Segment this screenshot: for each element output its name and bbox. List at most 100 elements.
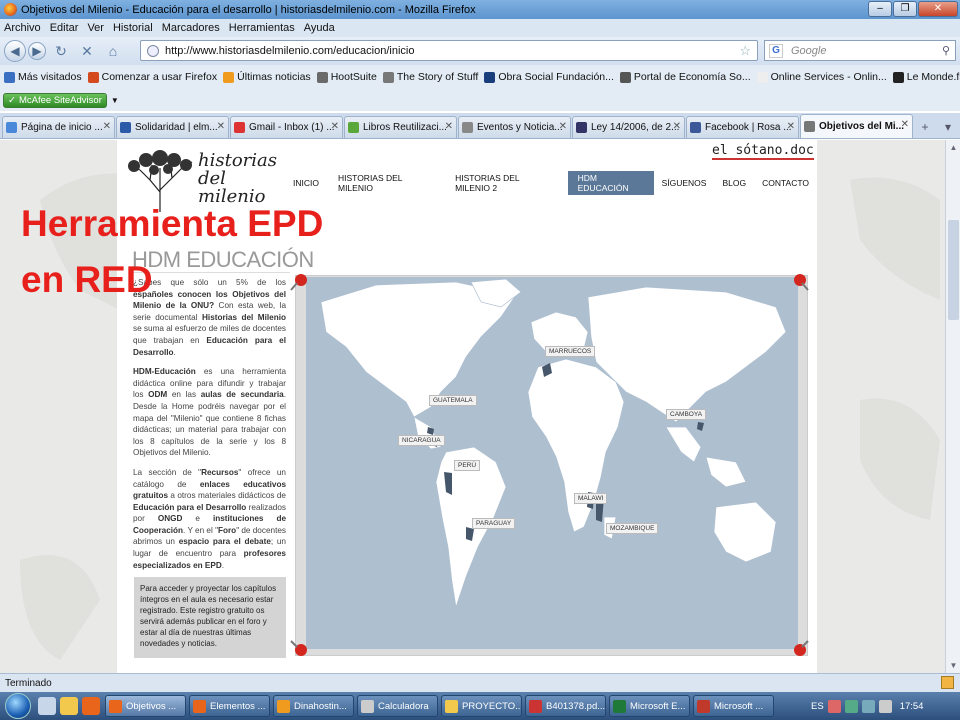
reload-icon[interactable]: ↻ xyxy=(50,43,72,60)
nav-historias-del-milenio-2[interactable]: HISTORIAS DEL MILENIO 2 xyxy=(441,171,568,195)
menu-ver[interactable]: Ver xyxy=(87,22,104,34)
registration-note: Para acceder y proyectar los capítulos í… xyxy=(134,577,286,658)
browser-tab[interactable]: Página de inicio ... ✕ xyxy=(2,116,115,138)
menu-herramientas[interactable]: Herramientas xyxy=(229,22,295,34)
windows-orb-icon xyxy=(5,693,31,719)
browser-tab[interactable]: Libros Reutilizaci... ✕ xyxy=(344,116,457,138)
tab-close-icon[interactable]: ✕ xyxy=(445,121,453,132)
tab-list-icon[interactable]: ▾ xyxy=(937,116,959,138)
nav-contacto[interactable]: CONTACTO xyxy=(754,171,817,195)
browser-tab[interactable]: Gmail - Inbox (1) ... ✕ xyxy=(230,116,343,138)
google-icon[interactable]: G xyxy=(769,43,783,58)
show-desktop-icon[interactable] xyxy=(38,697,56,715)
tab-close-icon[interactable]: ✕ xyxy=(901,119,909,130)
sotano-link[interactable]: el sótano.doc xyxy=(712,143,814,160)
tray-app-icon[interactable] xyxy=(827,699,841,713)
taskbar-button[interactable]: PROYECTO... xyxy=(441,695,522,717)
map-label-mozambique[interactable]: MOZAMBIQUE xyxy=(606,523,659,534)
tab-favicon-icon xyxy=(804,121,815,132)
forward-button[interactable]: ▶ xyxy=(28,42,46,60)
text-span: Historias del Milenio xyxy=(202,312,286,322)
chevron-down-icon[interactable]: ▼ xyxy=(111,96,119,105)
map-label-camboya[interactable]: CAMBOYA xyxy=(666,409,707,420)
scroll-down-icon[interactable]: ▼ xyxy=(946,658,960,673)
map-label-peru[interactable]: PERÚ xyxy=(454,460,481,471)
menu-historial[interactable]: Historial xyxy=(113,22,153,34)
new-tab-button[interactable]: + xyxy=(914,116,936,138)
home-icon[interactable]: ⌂ xyxy=(102,43,124,59)
bookmark-item[interactable]: Obra Social Fundación... xyxy=(484,71,614,83)
taskbar-button[interactable]: Calculadora xyxy=(357,695,438,717)
world-map[interactable] xyxy=(306,277,798,649)
taskbar-button[interactable]: Elementos ... xyxy=(189,695,270,717)
tab-close-icon[interactable]: ✕ xyxy=(103,121,111,132)
mcafee-siteadvisor-button[interactable]: ✓ McAfee SiteAdvisor xyxy=(3,92,107,108)
nav-blog[interactable]: BLOG xyxy=(714,171,754,195)
map-label-marruecos[interactable]: MARRUECOS xyxy=(545,346,596,357)
close-button[interactable]: ✕ xyxy=(918,1,958,17)
taskbar-button[interactable]: Objetivos ... xyxy=(105,695,186,717)
taskbar-label: Objetivos ... xyxy=(126,700,177,712)
maximize-button[interactable]: ❐ xyxy=(893,1,917,17)
scroll-up-icon[interactable]: ▲ xyxy=(946,140,960,155)
bookmark-item[interactable]: Le Monde.fr : Webdoc... xyxy=(892,71,960,83)
browser-tab[interactable]: Eventos y Noticia... ✕ xyxy=(458,116,571,138)
bookmark-item[interactable]: Más visitados xyxy=(4,71,82,83)
search-box[interactable]: G Google ⚲ xyxy=(764,40,956,61)
menu-marcadores[interactable]: Marcadores xyxy=(162,22,220,34)
menu-archivo[interactable]: Archivo xyxy=(4,22,41,34)
bookmark-item[interactable]: Portal de Economía So... xyxy=(619,71,751,83)
menu-ayuda[interactable]: Ayuda xyxy=(304,22,335,34)
map-label-paraguay[interactable]: PARAGUAY xyxy=(472,518,516,529)
network-icon[interactable] xyxy=(861,699,875,713)
bookmark-item[interactable]: The Story of Stuff xyxy=(382,71,478,83)
bookmark-item[interactable]: Comenzar a usar Firefox xyxy=(87,71,217,83)
bookmark-item[interactable]: Últimas noticias xyxy=(223,71,311,83)
taskbar-button[interactable]: Microsoft E... xyxy=(609,695,690,717)
taskbar-button[interactable]: Microsoft ... xyxy=(693,695,774,717)
tab-close-icon[interactable]: ✕ xyxy=(217,121,225,132)
taskbar-button[interactable]: B401378.pd... xyxy=(525,695,606,717)
bookmark-star-icon[interactable]: ☆ xyxy=(739,43,751,59)
browser-tab[interactable]: Solidaridad | elm... ✕ xyxy=(116,116,229,138)
tab-close-icon[interactable]: ✕ xyxy=(331,121,339,132)
map-label-nicaragua[interactable]: NICARAGUA xyxy=(398,435,445,446)
tab-close-icon[interactable]: ✕ xyxy=(673,121,681,132)
addon-icon[interactable] xyxy=(941,676,954,689)
tab-label: Eventos y Noticia... xyxy=(477,122,563,133)
firefox-quicklaunch-icon[interactable] xyxy=(82,697,100,715)
tab-close-icon[interactable]: ✕ xyxy=(559,121,567,132)
map-label-guatemala[interactable]: GUATEMALA xyxy=(429,395,477,406)
nav-siguenos[interactable]: SÍGUENOS xyxy=(654,171,715,195)
tab-close-icon[interactable]: ✕ xyxy=(787,121,795,132)
clock[interactable]: 17:54 xyxy=(900,701,924,712)
browser-tab[interactable]: Objetivos del Mi... ✕ xyxy=(800,114,913,138)
search-icon[interactable]: ⚲ xyxy=(942,44,950,57)
minimize-button[interactable]: – xyxy=(868,1,892,17)
taskbar-button[interactable]: Dinahostin... xyxy=(273,695,354,717)
menu-editar[interactable]: Editar xyxy=(50,22,79,34)
browser-tab[interactable]: Facebook | Rosa ... ✕ xyxy=(686,116,799,138)
scroll-thumb[interactable] xyxy=(948,220,959,320)
url-bar[interactable]: http://www.historiasdelmilenio.com/educa… xyxy=(140,40,758,61)
map-label-malawi[interactable]: MALAWI xyxy=(574,493,608,504)
vertical-scrollbar[interactable]: ▲ ▼ xyxy=(945,140,960,673)
bookmark-label: Obra Social Fundación... xyxy=(498,71,614,83)
explorer-icon[interactable] xyxy=(60,697,78,715)
window-titlebar: Objetivos del Milenio - Educación para e… xyxy=(0,0,960,19)
volume-icon[interactable] xyxy=(878,699,892,713)
bookmark-item[interactable]: Online Services - Onlin... xyxy=(756,71,887,83)
back-button[interactable]: ◀ xyxy=(4,40,26,62)
nav-hdm-educacion[interactable]: HDM EDUCACIÓN xyxy=(567,171,654,195)
system-tray: ES 17:54 xyxy=(805,692,960,720)
bookmark-item[interactable]: HootSuite xyxy=(316,71,377,83)
tray-app-icon[interactable] xyxy=(844,699,858,713)
site-identity-icon[interactable] xyxy=(147,44,159,57)
stop-icon[interactable]: ✕ xyxy=(76,43,98,60)
text-span: Foro xyxy=(217,525,237,535)
nav-inicio[interactable]: INICIO xyxy=(285,171,327,195)
browser-tab[interactable]: Ley 14/2006, de 2... ✕ xyxy=(572,116,685,138)
start-button[interactable] xyxy=(0,692,36,720)
nav-historias-del-milenio[interactable]: HISTORIAS DEL MILENIO xyxy=(327,171,441,195)
language-indicator[interactable]: ES xyxy=(811,701,824,712)
